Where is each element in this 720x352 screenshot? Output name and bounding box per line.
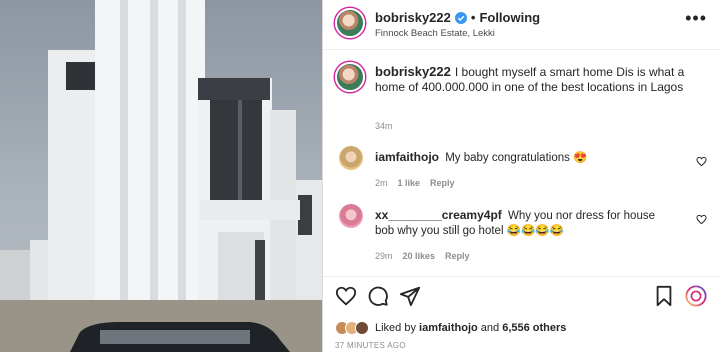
comment-time: 2m	[375, 178, 388, 188]
post-header: bobrisky222 • Following Finnock Beach Es…	[323, 0, 720, 50]
comment-heart-icon[interactable]	[696, 156, 707, 167]
post-photo[interactable]	[0, 0, 322, 352]
comment-username[interactable]: xx________creamy4pf	[375, 208, 502, 222]
comment-avatar[interactable]	[339, 204, 363, 228]
comment-likes[interactable]: 20 likes	[403, 251, 436, 261]
comment-time: 29m	[375, 251, 393, 261]
likes-and: and	[480, 322, 500, 334]
comment-username[interactable]: iamfaithojo	[375, 150, 439, 164]
verified-icon	[454, 11, 467, 24]
comment-avatar[interactable]	[339, 146, 363, 170]
caption-username[interactable]: bobrisky222	[375, 64, 451, 79]
comment-meta: 2m 1 like Reply	[375, 178, 455, 188]
comment-likes[interactable]: 1 like	[398, 178, 421, 188]
post-location[interactable]: Finnock Beach Estate, Lekki	[375, 28, 495, 39]
more-icon[interactable]: •••	[685, 8, 707, 29]
comment-heart-icon[interactable]	[696, 214, 707, 225]
comment-reply-button[interactable]: Reply	[445, 251, 470, 261]
separator-dot: •	[470, 10, 476, 25]
comment-icon[interactable]	[367, 285, 389, 307]
author-row: bobrisky222 • Following	[375, 10, 540, 25]
following-button[interactable]: Following	[479, 10, 540, 25]
comment-reply-button[interactable]: Reply	[430, 178, 455, 188]
likes-summary: Liked by iamfaithojo and 6,556 others	[335, 318, 566, 338]
post-caption: bobrisky222 I bought myself a smart home …	[375, 64, 695, 95]
comment-body: iamfaithojo My baby congratulations 😍	[375, 150, 675, 166]
caption-author-avatar[interactable]	[335, 62, 365, 92]
comment-meta: 29m 20 likes Reply	[375, 251, 470, 261]
emoji-icon[interactable]	[685, 285, 707, 307]
caption-timestamp: 34m	[375, 121, 393, 131]
house-photo	[0, 0, 322, 352]
action-bar	[323, 276, 720, 316]
likes-user-link[interactable]: iamfaithojo	[419, 322, 478, 334]
share-icon[interactable]	[399, 285, 421, 307]
post-timestamp: 37 MINUTES AGO	[335, 341, 406, 350]
author-avatar[interactable]	[335, 8, 365, 38]
likes-others-link[interactable]: 6,556 others	[502, 322, 566, 334]
bookmark-icon[interactable]	[653, 285, 675, 307]
author-username[interactable]: bobrisky222	[375, 10, 451, 25]
comment-body: xx________creamy4pf Why you nor dress fo…	[375, 208, 675, 239]
post-details-panel: bobrisky222 • Following Finnock Beach Es…	[322, 0, 720, 352]
likes-prefix: Liked by	[375, 322, 416, 334]
liker-avatar	[355, 321, 369, 335]
likes-text: Liked by iamfaithojo and 6,556 others	[375, 322, 566, 334]
comment-text: My baby congratulations 😍	[445, 152, 588, 164]
heart-icon[interactable]	[335, 285, 357, 307]
